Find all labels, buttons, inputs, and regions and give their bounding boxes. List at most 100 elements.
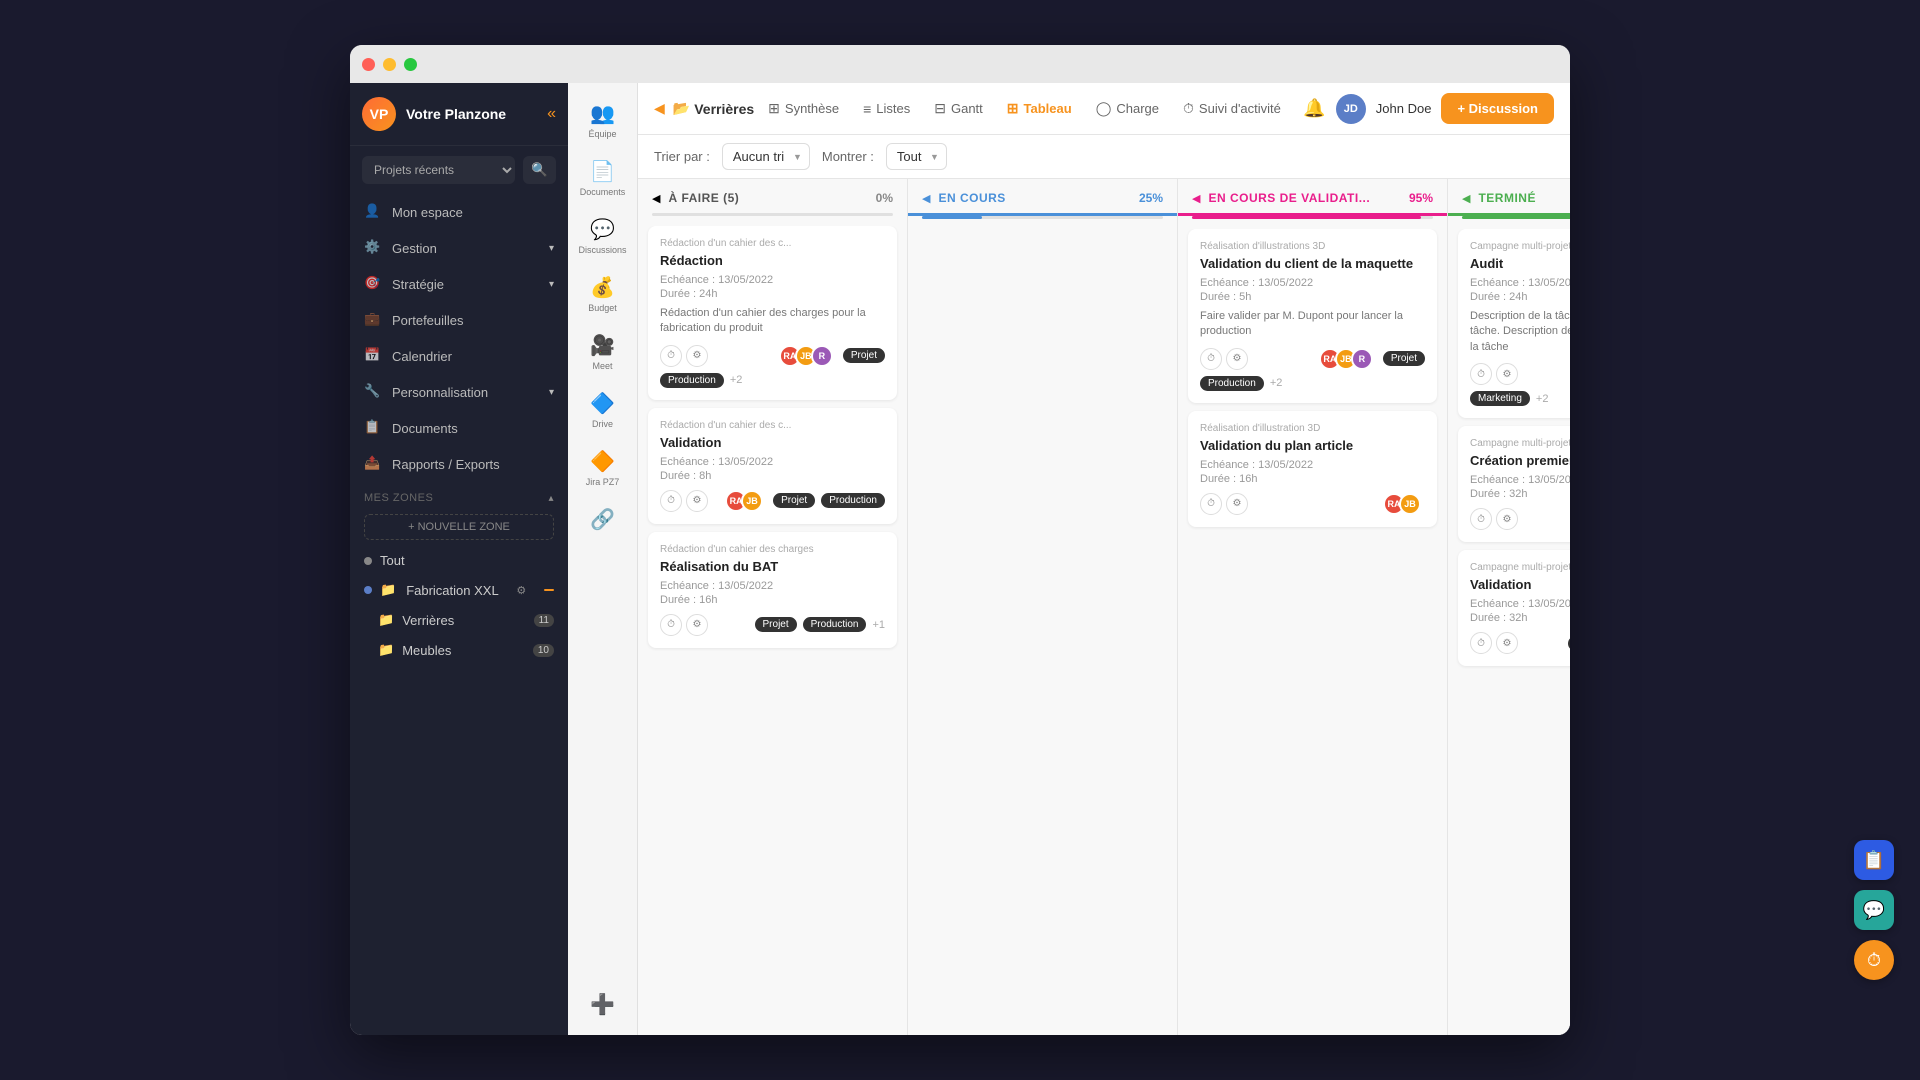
- panel-discussions[interactable]: 💬 Discussions: [577, 209, 629, 263]
- discussion-button[interactable]: + Discussion: [1441, 93, 1554, 124]
- fab-teal[interactable]: 💬: [1854, 890, 1894, 930]
- column-progress-fill-validation: [1192, 216, 1421, 219]
- card-vp-settings[interactable]: ⚙: [1226, 493, 1248, 515]
- card-validation-maquette[interactable]: Réalisation d'illustrations 3D Validatio…: [1188, 229, 1437, 403]
- card-audit[interactable]: Campagne multi-projets Audit Echéance : …: [1458, 229, 1570, 418]
- close-btn[interactable]: [362, 58, 375, 71]
- tab-suivi[interactable]: ⏱ Suivi d'activité: [1173, 94, 1291, 123]
- nouvelle-zone-button[interactable]: + NOUVELLE ZONE: [364, 514, 554, 540]
- maximize-btn[interactable]: [404, 58, 417, 71]
- panel-equipe[interactable]: 👥 Équipe: [577, 93, 629, 147]
- sidebar-item-documents[interactable]: 📋 Documents: [350, 410, 568, 446]
- card-audit-actions: ⏱ ⚙: [1470, 363, 1518, 385]
- column-progress-termine: [1462, 216, 1570, 219]
- card-vp-timer[interactable]: ⏱: [1200, 493, 1222, 515]
- card-vt-timer[interactable]: ⏱: [1470, 632, 1492, 654]
- card-bat-settings[interactable]: ⚙: [686, 614, 708, 636]
- panel-jira[interactable]: 🔶 Jira PZ7: [577, 441, 629, 495]
- card-audit-timer[interactable]: ⏱: [1470, 363, 1492, 385]
- tab-charge[interactable]: ◯ Charge: [1086, 94, 1169, 123]
- card-vp-echeance: Echéance : 13/05/2022: [1200, 459, 1425, 471]
- sidebar-item-rapports[interactable]: 📤 Rapports / Exports: [350, 446, 568, 482]
- notification-button[interactable]: 🔔: [1303, 98, 1325, 119]
- avatar-r: R: [811, 345, 833, 367]
- zone-meubles[interactable]: 📁 Meubles 10: [350, 635, 568, 665]
- card-audit-settings[interactable]: ⚙: [1496, 363, 1518, 385]
- panel-meet[interactable]: 🎥 Meet: [577, 325, 629, 379]
- panel-drive-icon: 🔷: [590, 391, 615, 416]
- tab-gantt[interactable]: ⊟ Gantt: [924, 94, 993, 123]
- card-vm-timer[interactable]: ⏱: [1200, 348, 1222, 370]
- card-vf-settings[interactable]: ⚙: [686, 490, 708, 512]
- sidebar-item-gestion[interactable]: ⚙️ Gestion ▾: [350, 230, 568, 266]
- zone-tout[interactable]: Tout: [350, 546, 568, 575]
- sidebar-search: Projets récents 🔍: [350, 146, 568, 194]
- card-validation-faire-duree: Durée : 8h: [660, 470, 885, 482]
- mes-zones-collapse[interactable]: ▴: [548, 493, 554, 504]
- card-validation-plan[interactable]: Réalisation d'illustration 3D Validation…: [1188, 411, 1437, 527]
- sidebar-item-mon-espace[interactable]: 👤 Mon espace: [350, 194, 568, 230]
- card-redaction-footer: ⏱ ⚙ RA JB R Projet Production: [660, 345, 885, 388]
- card-bat-actions: ⏱ ⚙: [660, 614, 708, 636]
- project-select[interactable]: Projets récents: [362, 156, 515, 184]
- card-bat-footer: ⏱ ⚙ Projet Production +1: [660, 614, 885, 636]
- column-en-cours: ◀ EN COURS 25%: [908, 179, 1178, 1035]
- trier-select[interactable]: Aucun tri: [722, 143, 810, 170]
- charge-tab-icon: ◯: [1096, 100, 1112, 117]
- fab-blue[interactable]: 📋: [1854, 840, 1894, 880]
- validation-chevron: ◀: [1192, 192, 1200, 205]
- panel-drive[interactable]: 🔷 Drive: [577, 383, 629, 437]
- minimize-btn[interactable]: [383, 58, 396, 71]
- mes-zones-section: Mes Zones ▴: [350, 482, 568, 508]
- card-validation-termine[interactable]: Campagne multi-projets Validation Echéan…: [1458, 550, 1570, 666]
- panel-budget-icon: 💰: [590, 275, 615, 300]
- sidebar-item-calendrier[interactable]: 📅 Calendrier: [350, 338, 568, 374]
- card-3d-settings[interactable]: ⚙: [1496, 508, 1518, 530]
- panel-documents[interactable]: 📄 Documents: [577, 151, 629, 205]
- sidebar-item-personnalisation[interactable]: 🔧 Personnalisation ▾: [350, 374, 568, 410]
- card-vt-title: Validation: [1470, 577, 1570, 592]
- zone-fabrication[interactable]: 📁 Fabrication XXL ⚙: [350, 575, 568, 605]
- card-audit-title: Audit: [1470, 256, 1570, 271]
- trier-label: Trier par :: [654, 149, 710, 164]
- icon-panel: 👥 Équipe 📄 Documents 💬 Discussions 💰 Bud…: [568, 83, 638, 1035]
- card-audit-project: Campagne multi-projets: [1470, 241, 1570, 252]
- montrer-select[interactable]: Tout: [886, 143, 947, 170]
- card-bat-timer[interactable]: ⏱: [660, 614, 682, 636]
- tab-synthese[interactable]: ⊞ Synthèse: [758, 94, 849, 123]
- fab-orange[interactable]: ⏱: [1854, 940, 1894, 980]
- card-redaction-timer[interactable]: ⏱: [660, 345, 682, 367]
- gantt-tab-icon: ⊟: [934, 100, 946, 117]
- card-validation-faire[interactable]: Rédaction d'un cahier des c... Validatio…: [648, 408, 897, 524]
- card-redaction-settings[interactable]: ⚙: [686, 345, 708, 367]
- search-button[interactable]: 🔍: [523, 156, 556, 184]
- sidebar-collapse-btn[interactable]: «: [547, 105, 556, 123]
- sidebar-item-portefeuilles[interactable]: 💼 Portefeuilles: [350, 302, 568, 338]
- card-creation-3d[interactable]: Campagne multi-projets Création premier …: [1458, 426, 1570, 542]
- card-validation-faire-footer: ⏱ ⚙ RA JB Projet Production: [660, 490, 885, 512]
- fabrication-settings-icon[interactable]: ⚙: [516, 584, 526, 597]
- card-audit-description: Description de la tâche. Description de …: [1470, 309, 1570, 355]
- panel-link[interactable]: 🔗: [577, 499, 629, 540]
- card-vt-settings[interactable]: ⚙: [1496, 632, 1518, 654]
- mon-espace-icon: 👤: [364, 203, 382, 221]
- card-3d-timer[interactable]: ⏱: [1470, 508, 1492, 530]
- card-realisation-bat[interactable]: Rédaction d'un cahier des charges Réalis…: [648, 532, 897, 648]
- panel-add[interactable]: ➕: [577, 984, 629, 1025]
- avatar-r-vm: R: [1351, 348, 1373, 370]
- sidebar-label-rapports: Rapports / Exports: [392, 457, 500, 472]
- tab-tableau[interactable]: ⊞ Tableau: [997, 94, 1082, 123]
- card-vm-settings[interactable]: ⚙: [1226, 348, 1248, 370]
- sidebar-item-strategie[interactable]: 🎯 Stratégie ▾: [350, 266, 568, 302]
- top-bar-right: 🔔 JD John Doe + Discussion: [1303, 93, 1554, 124]
- montrer-label: Montrer :: [822, 149, 874, 164]
- zone-verrieres[interactable]: 📁 Verrières 11: [350, 605, 568, 635]
- card-vf-timer[interactable]: ⏱: [660, 490, 682, 512]
- tableau-tab-icon: ⊞: [1007, 100, 1019, 117]
- tab-listes[interactable]: ≡ Listes: [853, 95, 920, 123]
- card-bat-duree: Durée : 16h: [660, 594, 885, 606]
- card-redaction[interactable]: Rédaction d'un cahier des c... Rédaction…: [648, 226, 897, 400]
- back-button[interactable]: ◀: [654, 100, 665, 117]
- panel-budget[interactable]: 💰 Budget: [577, 267, 629, 321]
- gestion-icon: ⚙️: [364, 239, 382, 257]
